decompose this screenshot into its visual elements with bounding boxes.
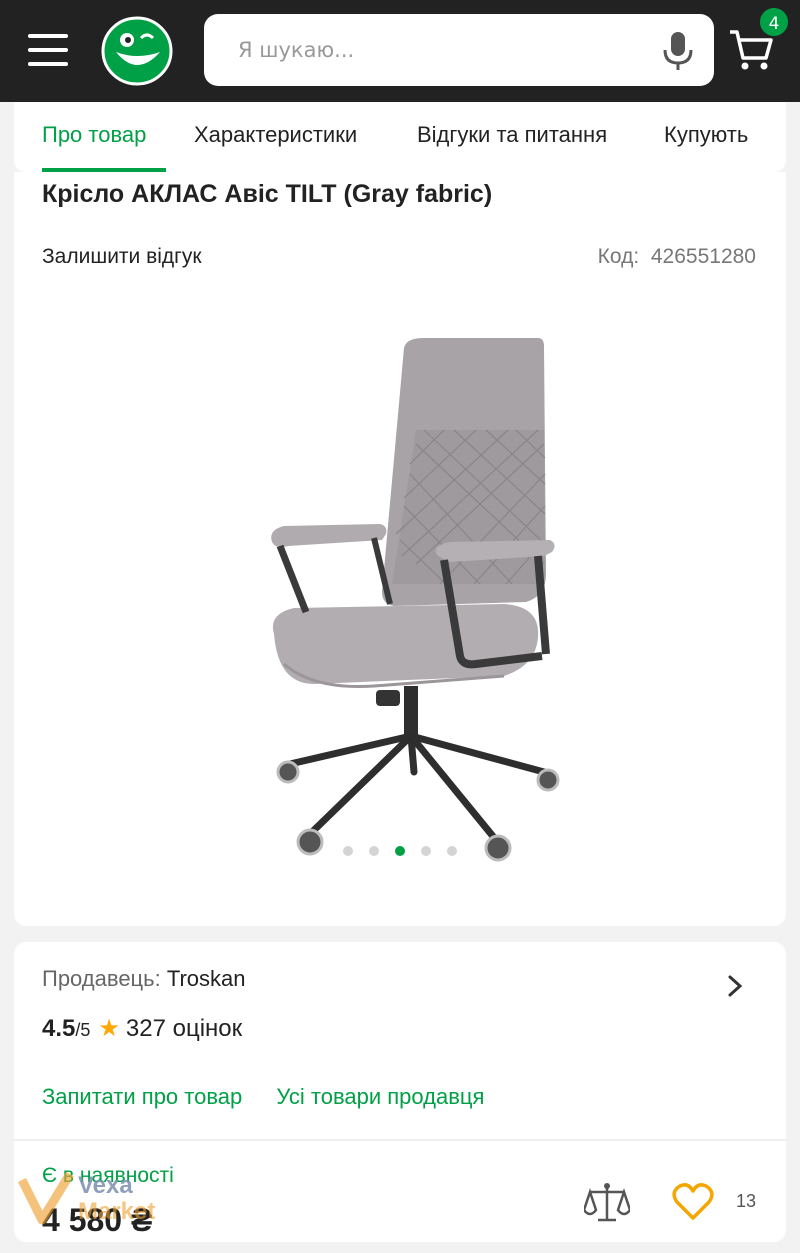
product-title: Крісло АКЛАС Авіс TILT (Gray fabric): [42, 180, 493, 208]
ask-about-product-link[interactable]: Запитати про товар: [42, 1084, 242, 1109]
watermark-text-2: Market: [78, 1198, 156, 1225]
seller-rating: 4.5/5 ★ 327 оцінок: [42, 1014, 242, 1043]
product-code-label: Код:: [597, 245, 640, 268]
seller-info[interactable]: Продавець: Troskan: [42, 966, 246, 992]
leave-review-link[interactable]: Залишити відгук: [42, 245, 202, 269]
top-bar: 4: [0, 0, 800, 102]
gallery-dot[interactable]: [421, 846, 431, 856]
all-seller-goods-link[interactable]: Усі товари продавця: [276, 1084, 484, 1109]
gallery-dot[interactable]: [369, 846, 379, 856]
watermark-text: Vexa: [78, 1172, 133, 1199]
divider: [14, 1139, 786, 1141]
gallery-dot[interactable]: [447, 846, 457, 856]
gallery-dot-active[interactable]: [395, 846, 405, 856]
tab-bought-together[interactable]: Купують: [664, 122, 748, 148]
ratings-count: 327 оцінок: [125, 1015, 243, 1042]
search-input[interactable]: [238, 14, 638, 86]
gallery-dots: [343, 844, 463, 858]
tab-about[interactable]: Про товар: [42, 122, 146, 148]
cart-count-badge: 4: [758, 6, 790, 38]
rozetka-logo-icon[interactable]: [100, 14, 174, 86]
product-code-value: 426551280: [650, 245, 756, 268]
seller-label: Продавець:: [42, 966, 161, 991]
star-icon: ★: [98, 1015, 120, 1042]
rating-max: /5: [75, 1020, 91, 1040]
microphone-icon[interactable]: [660, 30, 696, 72]
product-tabs: Про товар Характеристики Відгуки та пита…: [14, 102, 786, 172]
seller-name: Troskan: [166, 966, 246, 991]
watermark: Vexa Market: [17, 1168, 218, 1238]
gallery-dot[interactable]: [343, 846, 353, 856]
heart-icon[interactable]: [672, 1182, 714, 1222]
tab-reviews[interactable]: Відгуки та питання: [417, 122, 607, 148]
tab-characteristics[interactable]: Характеристики: [194, 122, 357, 148]
seller-links: Запитати про товар Усі товари продавця: [42, 1084, 512, 1110]
menu-icon[interactable]: [28, 32, 72, 68]
chevron-right-icon[interactable]: [726, 974, 744, 998]
search-box[interactable]: [204, 14, 714, 86]
compare-scales-icon[interactable]: [584, 1180, 630, 1226]
watermark-logo-icon: [17, 1171, 74, 1225]
rating-value: 4.5: [42, 1015, 76, 1042]
product-image[interactable]: [254, 334, 574, 874]
product-card: Крісло АКЛАС Авіс TILT (Gray fabric) Зал…: [14, 172, 786, 926]
product-code: Код: 426551280: [598, 245, 756, 269]
favorites-count: 13: [736, 1191, 757, 1211]
